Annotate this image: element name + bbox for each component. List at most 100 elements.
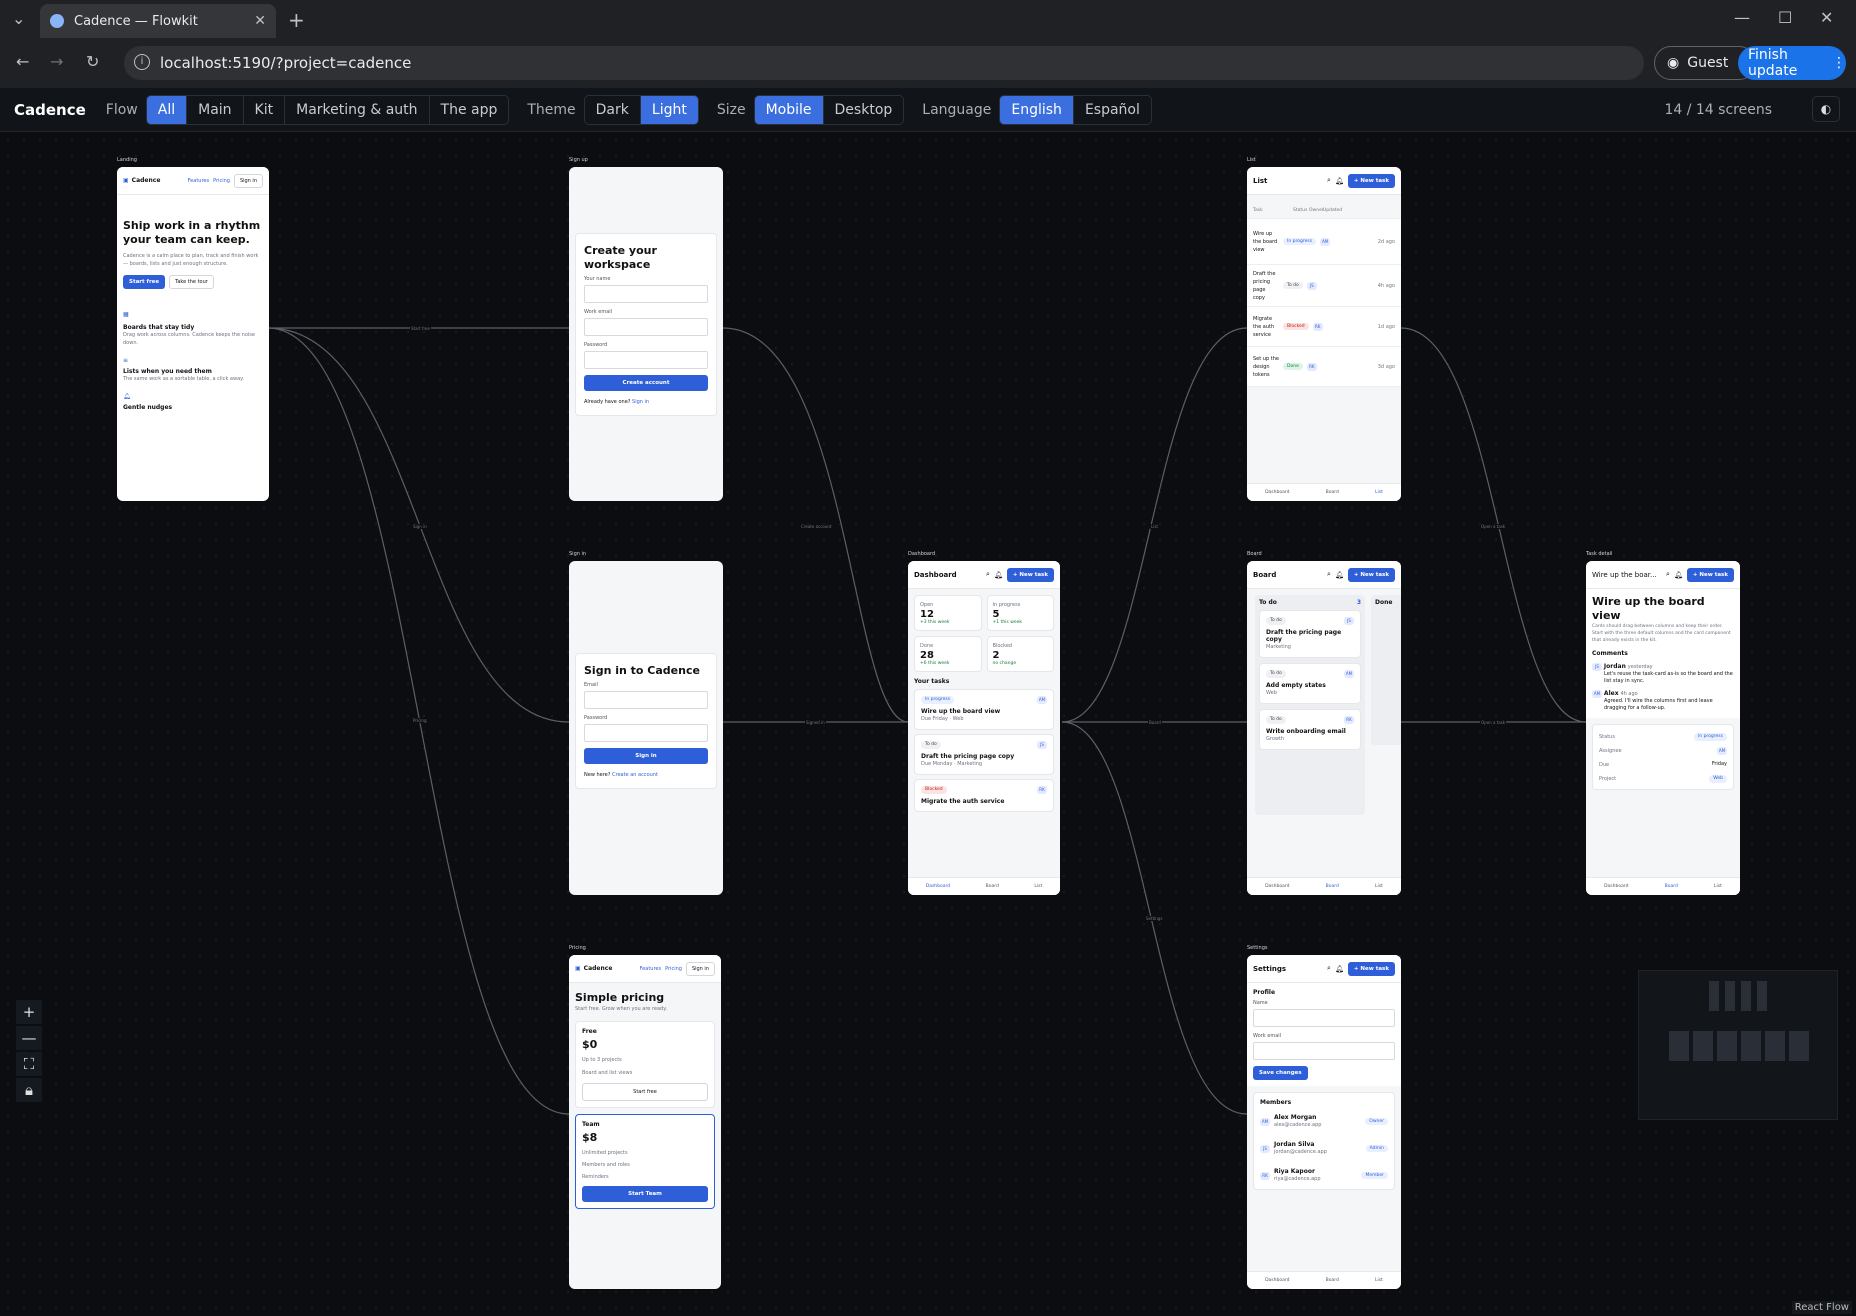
screen-list[interactable]: List ⌕ 🔔︎ + New task Task Status Owner U…	[1247, 167, 1401, 501]
table-row[interactable]: Wire up the board view In progress AM 2d ag…	[1247, 219, 1401, 265]
nav-dashboard[interactable]: Dashboard	[1604, 884, 1628, 889]
flow-main[interactable]: Main	[187, 95, 244, 124]
size-desktop[interactable]: Desktop	[824, 96, 904, 124]
screen-task-detail[interactable]: Wire up the boar... ⌕ 🔔︎ + New task Wire…	[1586, 561, 1740, 895]
board-card[interactable]: To do AM Add empty states Web	[1259, 663, 1361, 704]
forward-icon[interactable]: →	[50, 52, 63, 71]
nav-dashboard[interactable]: Dashboard	[1265, 1278, 1289, 1283]
screen-signin[interactable]: Sign in to Cadence Email Password Sign i…	[569, 561, 723, 895]
new-tab-icon[interactable]: +	[288, 8, 305, 32]
search-icon[interactable]: ⌕	[986, 570, 990, 579]
search-icon[interactable]: ⌕	[1327, 964, 1331, 973]
zoom-out-icon[interactable]: —	[16, 1026, 42, 1050]
nav-list[interactable]: List	[1375, 1278, 1383, 1283]
close-window-icon[interactable]: ✕	[1820, 8, 1833, 27]
minimap[interactable]	[1638, 970, 1838, 1120]
due-value[interactable]: Friday	[1712, 761, 1727, 769]
table-row[interactable]: Migrate the auth service Blocked RK 1d ago	[1247, 307, 1401, 347]
nav-board[interactable]: Board	[1326, 1278, 1339, 1283]
minimize-icon[interactable]: —	[1734, 8, 1750, 27]
react-flow-attribution[interactable]: React Flow	[1791, 1301, 1852, 1314]
nav-board[interactable]: Board	[1665, 884, 1678, 889]
bell-icon[interactable]: 🔔︎	[994, 571, 1003, 579]
back-icon[interactable]: ←	[16, 52, 29, 71]
task-card[interactable]: To do JS Draft the pricing page copy Due Mo…	[914, 734, 1054, 775]
start-free-button[interactable]: Start free	[123, 275, 166, 289]
nav-board[interactable]: Board	[986, 884, 999, 889]
task-card[interactable]: Blocked RK Migrate the auth service	[914, 779, 1054, 812]
password-input[interactable]	[584, 351, 708, 369]
nav-board[interactable]: Board	[1326, 490, 1339, 495]
tab-menu-icon[interactable]: ⌄	[12, 9, 25, 28]
language-espanol[interactable]: Español	[1074, 96, 1151, 124]
nav-pricing[interactable]: Pricing	[665, 966, 682, 972]
nav-features[interactable]: Features	[188, 178, 210, 184]
lock-icon[interactable]: 🔒︎	[16, 1078, 42, 1102]
bell-icon[interactable]: 🔔︎	[1335, 571, 1344, 579]
role-badge[interactable]: Admin	[1365, 1145, 1388, 1152]
create-account-button[interactable]: Create account	[584, 375, 708, 391]
new-task-button[interactable]: + New task	[1347, 173, 1395, 188]
search-icon[interactable]: ⌕	[1666, 570, 1670, 579]
search-icon[interactable]: ⌕	[1327, 176, 1331, 185]
role-badge[interactable]: Owner	[1365, 1118, 1388, 1125]
nav-signin-button[interactable]: Sign in	[233, 173, 263, 188]
new-task-button[interactable]: + New task	[1347, 567, 1395, 582]
flow-canvas[interactable]: Start free Sign in Pricing Create accoun…	[0, 132, 1856, 1316]
member-row[interactable]: AM Alex Morgan alex@cadence.app Owner	[1260, 1114, 1388, 1129]
screen-pricing[interactable]: ▣ Cadence Features Pricing Sign in Simpl…	[569, 955, 721, 1289]
screen-signup[interactable]: Create your workspace Your name Work ema…	[569, 167, 723, 501]
task-card[interactable]: In progress AM Wire up the board view Due F…	[914, 689, 1054, 730]
nav-signin-button[interactable]: Sign in	[685, 961, 715, 976]
status-badge[interactable]: In progress	[1693, 733, 1727, 741]
member-row[interactable]: JS Jordan Silva jordan@cadence.app Admin	[1260, 1141, 1388, 1156]
password-input[interactable]	[584, 724, 708, 742]
theme-dark[interactable]: Dark	[585, 95, 641, 124]
nav-list[interactable]: List	[1034, 884, 1042, 889]
email-input[interactable]	[584, 318, 708, 336]
board-card[interactable]: To do RK Write onboarding email Growth	[1259, 709, 1361, 750]
bell-icon[interactable]: 🔔︎	[1674, 571, 1683, 579]
finish-update-button[interactable]: Finish update ⋮	[1738, 46, 1846, 80]
role-badge[interactable]: Member	[1361, 1172, 1388, 1179]
start-team-button[interactable]: Start Team	[582, 1186, 708, 1202]
email-input[interactable]	[1253, 1042, 1395, 1060]
reload-icon[interactable]: ↻	[86, 52, 99, 71]
flow-kit[interactable]: Kit	[244, 95, 286, 124]
site-info-icon[interactable]: i	[134, 54, 150, 70]
table-row[interactable]: Set up the design tokens Done RK 3d ago	[1247, 347, 1401, 387]
nav-dashboard[interactable]: Dashboard	[1265, 490, 1289, 495]
nav-features[interactable]: Features	[640, 966, 662, 972]
nav-dashboard[interactable]: Dashboard	[926, 884, 950, 889]
nav-list[interactable]: List	[1714, 884, 1722, 889]
contrast-toggle-icon[interactable]: ◐	[1812, 96, 1840, 122]
screen-landing[interactable]: ▣ Cadence Features Pricing Sign in Ship …	[117, 167, 269, 501]
nav-pricing[interactable]: Pricing	[213, 178, 230, 184]
new-task-button[interactable]: + New task	[1347, 961, 1395, 976]
address-bar[interactable]: i localhost:5190/?project=cadence	[124, 46, 1644, 80]
board-card[interactable]: To do JS Draft the pricing page copy Market…	[1259, 610, 1361, 658]
new-task-button[interactable]: + New task	[1006, 567, 1054, 582]
table-row[interactable]: Draft the pricing page copy To do JS 4h ago	[1247, 265, 1401, 307]
browser-tab[interactable]: Cadence — Flowkit ✕	[40, 4, 276, 38]
flow-marketing-auth[interactable]: Marketing & auth	[285, 95, 430, 124]
new-task-button[interactable]: + New task	[1686, 567, 1734, 582]
member-row[interactable]: RK Riya Kapoor riya@cadence.app Member	[1260, 1168, 1388, 1183]
project-badge[interactable]: Web	[1709, 775, 1727, 783]
signin-link[interactable]: Sign in	[632, 399, 649, 405]
screen-dashboard[interactable]: Dashboard ⌕ 🔔︎ + New task Open 12 +3 this …	[908, 561, 1060, 895]
language-english[interactable]: English	[1000, 95, 1074, 124]
start-free-button[interactable]: Start free	[582, 1083, 708, 1101]
bell-icon[interactable]: 🔔︎	[1335, 177, 1344, 185]
size-mobile[interactable]: Mobile	[754, 95, 824, 124]
nav-board[interactable]: Board	[1326, 884, 1339, 889]
bell-icon[interactable]: 🔔︎	[1335, 965, 1344, 973]
search-icon[interactable]: ⌕	[1327, 570, 1331, 579]
maximize-icon[interactable]: ☐	[1778, 8, 1792, 27]
theme-light[interactable]: Light	[640, 95, 698, 124]
name-input[interactable]	[584, 285, 708, 303]
screen-board[interactable]: Board ⌕ 🔔︎ + New task To do 3 To do JS Draf…	[1247, 561, 1401, 895]
flow-all[interactable]: All	[146, 95, 188, 124]
email-input[interactable]	[584, 691, 708, 709]
save-changes-button[interactable]: Save changes	[1253, 1066, 1308, 1080]
